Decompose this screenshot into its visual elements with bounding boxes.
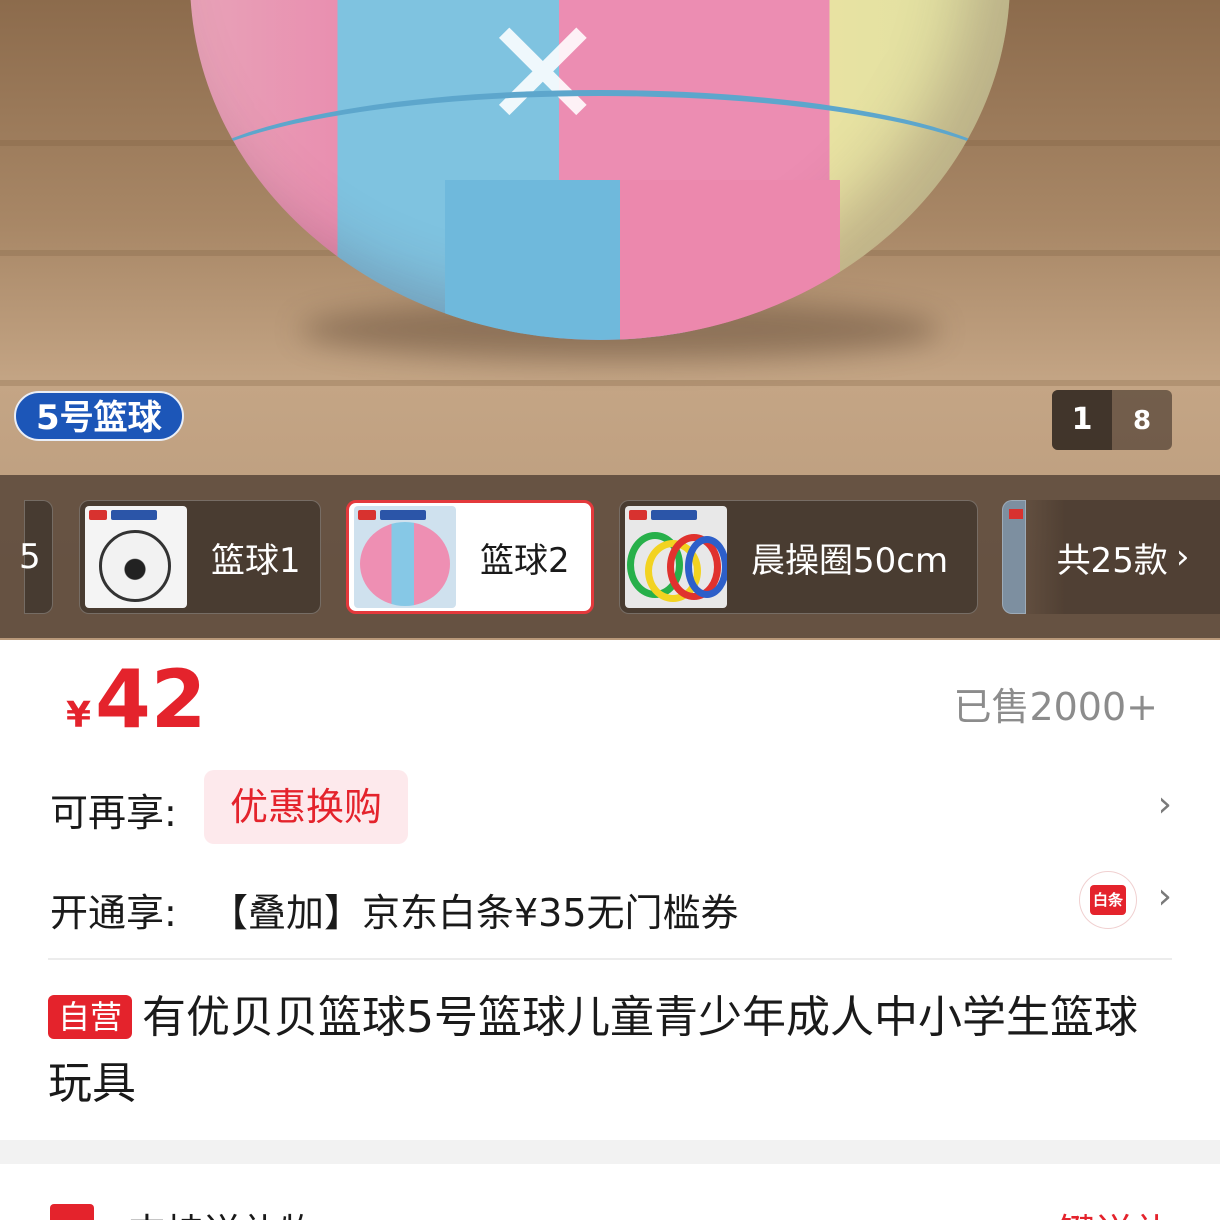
- chevron-right-icon: ›: [1157, 876, 1172, 917]
- image-counter-total: 8: [1132, 406, 1152, 436]
- price-row: ¥ 42 已售2000+: [0, 640, 1220, 760]
- thumb-tag: [358, 510, 376, 520]
- thumb-tag: [89, 510, 107, 520]
- sold-count: 已售2000+: [953, 685, 1158, 729]
- image-tag-badge: 5号篮球: [14, 391, 184, 441]
- variant-selector-strip[interactable]: 5 篮球1 篮球2 晨操圈50cm 共25款 ›: [0, 475, 1220, 638]
- more-variants-button[interactable]: 共25款 ›: [1026, 500, 1220, 614]
- variant-card-basketball-1[interactable]: 篮球1: [79, 500, 321, 614]
- thumb-tag: [629, 510, 647, 520]
- variant-label: 篮球1: [211, 540, 301, 581]
- variant-thumbnail: [354, 506, 456, 608]
- product-image-gallery[interactable]: ✕ 5号篮球 1 8 5 篮球1 篮球2 晨操圈50cm 共25款 ›: [0, 0, 1220, 640]
- basketball-thumb-image: [360, 522, 450, 606]
- more-variants-label: 共25款: [1056, 540, 1168, 581]
- soccer-ball-image: [99, 530, 171, 602]
- baitiao-icon-label: 白条: [1090, 885, 1126, 915]
- gift-label: 支持送礼物: [128, 1202, 318, 1220]
- variant-thumbnail: [625, 506, 727, 608]
- thumb-tag: [1009, 509, 1023, 519]
- variant-label: 篮球2: [480, 540, 570, 581]
- chevron-right-icon: ›: [1157, 784, 1172, 825]
- product-title-text: 有优贝贝篮球5号篮球儿童青少年成人中小学生篮球玩具: [48, 992, 1139, 1109]
- price: ¥ 42: [66, 660, 206, 740]
- send-gift-link[interactable]: 一键送礼: [1020, 1202, 1172, 1220]
- promo-row-exchange[interactable]: 可再享: 优惠换购 ›: [0, 770, 1220, 850]
- section-gap: [0, 1140, 1220, 1164]
- baitiao-icon: 白条: [1080, 872, 1136, 928]
- promo-baitiao-text: 【叠加】京东白条¥35无门槛券: [210, 891, 739, 935]
- variant-card-basketball-2[interactable]: 篮球2: [346, 500, 594, 614]
- chevron-right-icon: ›: [1175, 537, 1190, 577]
- hoop-ring: [685, 536, 727, 598]
- price-value: 42: [95, 653, 207, 746]
- promo-row-baitiao[interactable]: 开通享: 【叠加】京东白条¥35无门槛券 白条 ›: [0, 870, 1220, 950]
- variant-label-partial: 5: [19, 537, 41, 577]
- divider: [48, 958, 1172, 960]
- variant-thumbnail: [85, 506, 187, 608]
- variant-label: 晨操圈50cm: [751, 540, 949, 581]
- variant-card-partial[interactable]: 5: [19, 500, 53, 614]
- promo-chip-exchange[interactable]: 优惠换购: [204, 770, 409, 844]
- promo-label: 可再享:: [50, 791, 177, 835]
- variant-card-hoop[interactable]: 晨操圈50cm: [619, 500, 978, 614]
- basketball-image: ✕: [190, 0, 1010, 340]
- gift-row[interactable]: 支持送礼物 一键送礼: [0, 1164, 1220, 1220]
- image-counter-current: 1: [1052, 390, 1112, 450]
- self-operated-badge: 自营: [48, 995, 133, 1039]
- image-counter: 1 8: [1052, 390, 1172, 450]
- floor-stripe: [0, 380, 1220, 386]
- currency-symbol: ¥: [66, 695, 92, 736]
- thumb-tag: [380, 510, 426, 520]
- promo-label: 开通享:: [50, 891, 177, 935]
- variant-card-partial[interactable]: [1002, 500, 1026, 614]
- thumb-tag: [651, 510, 697, 520]
- product-title: 自营 有优贝贝篮球5号篮球儿童青少年成人中小学生篮球玩具: [48, 985, 1178, 1117]
- gift-icon: [50, 1204, 94, 1220]
- ball-band: [620, 180, 840, 340]
- thumb-tag: [111, 510, 157, 520]
